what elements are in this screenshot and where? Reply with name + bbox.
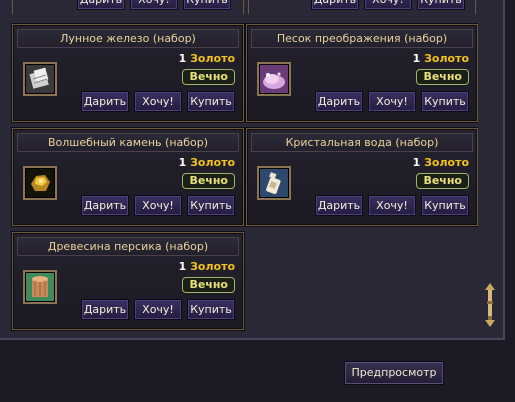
card-edge xyxy=(475,0,476,14)
magic-stone-icon xyxy=(26,169,54,197)
buy-button[interactable]: Купить xyxy=(187,195,235,216)
buy-button[interactable]: Купить xyxy=(187,91,235,112)
item-actions: Дарить Хочу! Купить xyxy=(81,91,235,112)
scroll-arrow-icon xyxy=(485,283,495,327)
want-button[interactable]: Хочу! xyxy=(368,91,416,112)
duration-badge: Вечно xyxy=(182,69,235,85)
gift-button[interactable]: Дарить xyxy=(315,195,363,216)
duration-badge: Вечно xyxy=(416,173,469,189)
want-button[interactable]: Хочу! xyxy=(364,0,412,10)
item-actions: Дарить Хочу! Купить xyxy=(81,195,235,216)
item-title: Лунное железо (набор) xyxy=(17,29,239,48)
item-icon-frame[interactable] xyxy=(257,166,291,200)
buy-button[interactable]: Купить xyxy=(187,299,235,320)
scroll-handle[interactable] xyxy=(482,281,498,329)
item-actions: Дарить Хочу! Купить xyxy=(315,91,469,112)
partial-buttons-right: Дарить Хочу! Купить xyxy=(311,0,465,13)
card-edge xyxy=(248,0,249,14)
shop-item-card: Песок преображения (набор) 1 Золото Вечн… xyxy=(246,24,478,122)
want-button[interactable]: Хочу! xyxy=(134,195,182,216)
moon-iron-icon xyxy=(26,65,54,93)
item-actions: Дарить Хочу! Купить xyxy=(315,195,469,216)
shop-item-card: Лунное железо (набор) 1 Золото Вечно Дар… xyxy=(12,24,244,122)
item-actions: Дарить Хочу! Купить xyxy=(81,299,235,320)
gift-button[interactable]: Дарить xyxy=(311,0,359,10)
duration-badge: Вечно xyxy=(416,69,469,85)
item-icon-frame[interactable] xyxy=(23,270,57,304)
buy-button[interactable]: Купить xyxy=(421,91,469,112)
partial-buttons-left: Дарить Хочу! Купить xyxy=(77,0,231,13)
item-price: 1 Золото xyxy=(412,156,469,169)
preview-button[interactable]: Предпросмотр xyxy=(344,361,444,385)
duration-badge: Вечно xyxy=(182,173,235,189)
item-price: 1 Золото xyxy=(178,52,235,65)
gift-button[interactable]: Дарить xyxy=(81,91,129,112)
crystal-water-icon xyxy=(260,169,288,197)
gift-button[interactable]: Дарить xyxy=(81,195,129,216)
item-price: 1 Золото xyxy=(178,156,235,169)
item-icon-frame[interactable] xyxy=(257,62,291,96)
buy-button[interactable]: Купить xyxy=(417,0,465,10)
want-button[interactable]: Хочу! xyxy=(134,91,182,112)
peach-wood-icon xyxy=(26,273,54,301)
shop-panel: Дарить Хочу! Купить Дарить Хочу! Купить … xyxy=(0,0,505,340)
transformation-sand-icon xyxy=(260,65,288,93)
item-grid: Дарить Хочу! Купить Дарить Хочу! Купить … xyxy=(8,0,478,338)
buy-button[interactable]: Купить xyxy=(183,0,231,10)
shop-item-card: Древесина персика (набор) 1 Золото Вечно… xyxy=(12,232,244,330)
item-icon-frame[interactable] xyxy=(23,62,57,96)
card-edge xyxy=(12,0,13,14)
gift-button[interactable]: Дарить xyxy=(315,91,363,112)
card-edge xyxy=(243,0,244,14)
item-title: Древесина персика (набор) xyxy=(17,237,239,256)
item-icon-frame[interactable] xyxy=(23,166,57,200)
gift-button[interactable]: Дарить xyxy=(77,0,125,10)
item-title: Песок преображения (набор) xyxy=(251,29,473,48)
want-button[interactable]: Хочу! xyxy=(130,0,178,10)
want-button[interactable]: Хочу! xyxy=(134,299,182,320)
buy-button[interactable]: Купить xyxy=(421,195,469,216)
shop-item-card: Волшебный камень (набор) 1 Золото Вечно … xyxy=(12,128,244,226)
shop-item-card: Кристальная вода (набор) 1 Золото Вечно … xyxy=(246,128,478,226)
duration-badge: Вечно xyxy=(182,277,235,293)
gift-button[interactable]: Дарить xyxy=(81,299,129,320)
item-title: Кристальная вода (набор) xyxy=(251,133,473,152)
item-title: Волшебный камень (набор) xyxy=(17,133,239,152)
want-button[interactable]: Хочу! xyxy=(368,195,416,216)
item-price: 1 Золото xyxy=(412,52,469,65)
item-price: 1 Золото xyxy=(178,260,235,273)
